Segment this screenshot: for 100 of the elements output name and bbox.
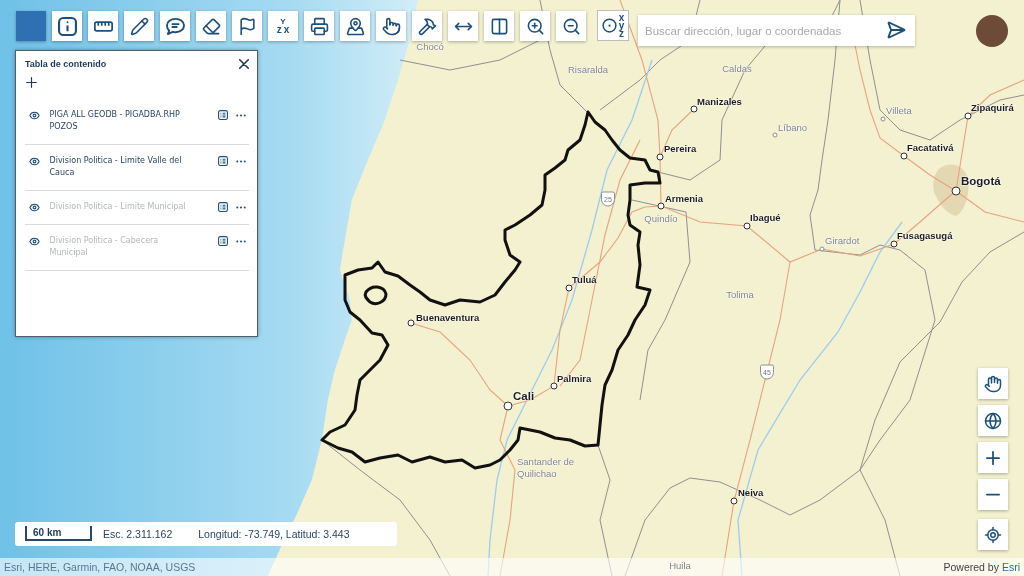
- plus-icon: [26, 77, 37, 88]
- coordinates-button[interactable]: x y z: [597, 10, 629, 41]
- legend-icon[interactable]: [218, 202, 228, 212]
- city-label: Pereira: [664, 142, 697, 154]
- hammer-button[interactable]: [412, 11, 442, 41]
- region-label: Caldas: [722, 63, 752, 75]
- layer-item[interactable]: PIGA ALL GEODB - PIGADBA.RHP POZOS: [25, 99, 249, 145]
- coordinates-text: Longitud: -73.749, Latitud: 3.443: [198, 528, 350, 540]
- city-marker-icon: [656, 153, 664, 161]
- legend-icon[interactable]: [218, 110, 228, 120]
- erase-button[interactable]: [196, 11, 226, 41]
- pencil-icon: [129, 16, 149, 36]
- zoom-in-button[interactable]: [520, 11, 550, 41]
- city-label: Cali: [513, 390, 535, 402]
- city-label: Tuluá: [572, 273, 597, 285]
- city-marker-icon: [407, 319, 415, 327]
- city-label: Palmira: [557, 372, 592, 384]
- target-dot-icon: [601, 18, 617, 33]
- zoom-out-button[interactable]: [556, 11, 586, 41]
- eye-icon[interactable]: [29, 109, 40, 121]
- basemap-button[interactable]: [978, 405, 1008, 436]
- town-marker-icon: [880, 116, 886, 122]
- globe-icon: [984, 411, 1002, 430]
- zoom-out-icon: [561, 16, 581, 36]
- town-marker-icon: [772, 132, 778, 138]
- comment-button[interactable]: [160, 11, 190, 41]
- layer-name: Division Politica - Cabecera Municipal: [49, 235, 160, 259]
- region-label: Risaralda: [567, 64, 609, 76]
- city-label: Neiva: [738, 486, 764, 498]
- flag-icon: [237, 16, 257, 36]
- city-label: Armenia: [665, 192, 703, 204]
- region-label: Chocó: [416, 41, 444, 53]
- city-label: Fusagasugá: [897, 229, 953, 241]
- crosshair-icon: [984, 525, 1002, 544]
- swipe-button[interactable]: [448, 11, 478, 41]
- city-marker-icon: [900, 152, 908, 160]
- city-label: Facatativá: [907, 141, 954, 153]
- city-marker-icon: [964, 112, 972, 120]
- send-button[interactable]: [886, 20, 906, 40]
- hand-pointer-icon: [381, 16, 401, 36]
- town-label: Villeta: [886, 104, 912, 116]
- plus-icon: [986, 450, 1000, 465]
- layer-name: PIGA ALL GEODB - PIGADBA.RHP POZOS: [49, 109, 181, 133]
- more-icon[interactable]: [236, 113, 246, 117]
- close-button[interactable]: [239, 59, 249, 69]
- city-label: Buenaventura: [416, 311, 480, 323]
- more-icon[interactable]: [236, 159, 246, 163]
- panel-title: Tabla de contenido: [25, 59, 107, 69]
- printer-icon: [309, 16, 329, 36]
- hammer-icon: [417, 16, 437, 36]
- pan-button[interactable]: [978, 368, 1008, 399]
- region-label: Quindío: [644, 213, 678, 225]
- region-label: Tolima: [726, 289, 754, 301]
- split-view-button[interactable]: [484, 11, 514, 41]
- pointer-button[interactable]: [376, 11, 406, 41]
- scale-bar: 60 km: [25, 525, 92, 541]
- city-marker-icon: [743, 222, 751, 230]
- city-marker-icon: [890, 240, 898, 248]
- close-icon: [239, 59, 249, 69]
- region-label: Huila: [669, 560, 691, 572]
- draw-button[interactable]: [124, 11, 154, 41]
- city-marker-icon: [730, 497, 738, 505]
- locate-button[interactable]: [978, 519, 1008, 550]
- search-field[interactable]: Buscar dirección, lugar o coordenadas: [638, 15, 915, 46]
- eye-icon[interactable]: [29, 155, 40, 167]
- layer-name: Division Politica - Limite Valle del Cauca: [49, 155, 183, 179]
- flag-button[interactable]: [232, 11, 262, 41]
- legend-icon[interactable]: [218, 236, 228, 246]
- scale-text: Esc. 2.311.162: [103, 528, 173, 540]
- more-icon[interactable]: [236, 239, 246, 243]
- city-marker-icon: [503, 401, 513, 411]
- info-icon: [57, 16, 77, 36]
- city-marker-icon: [565, 284, 573, 292]
- hand-icon: [984, 374, 1002, 393]
- print-button[interactable]: [304, 11, 334, 41]
- minus-icon: [986, 493, 1000, 496]
- city-marker-icon: [690, 105, 698, 113]
- region-label: Santander de Quilichao: [517, 456, 576, 480]
- legend-icon[interactable]: [218, 156, 228, 166]
- map-pin-button[interactable]: [340, 11, 370, 41]
- measure-button[interactable]: [88, 11, 118, 41]
- axis-order-button[interactable]: Y z x: [268, 11, 298, 41]
- esri-link[interactable]: Esri: [1001, 561, 1020, 573]
- attribution-text: Esri, HERE, Garmin, FAO, NOAA, USGS: [4, 561, 196, 573]
- info-button[interactable]: [52, 11, 82, 41]
- city-label: Bogotá: [961, 175, 1001, 187]
- speech-bubble-icon: [165, 16, 185, 36]
- layer-item[interactable]: Division Politica - Limite Valle del Cauca: [25, 145, 249, 191]
- add-layer-button[interactable]: [26, 77, 37, 88]
- city-label: Ibagué: [750, 211, 781, 223]
- zoom-in-button[interactable]: [978, 442, 1008, 473]
- eraser-icon: [201, 16, 221, 36]
- map-pin-icon: [345, 16, 365, 36]
- town-marker-icon: [819, 246, 825, 252]
- send-icon: [886, 20, 906, 40]
- more-icon[interactable]: [236, 205, 246, 209]
- city-marker-icon: [951, 186, 961, 196]
- zoom-in-icon: [525, 16, 545, 36]
- powered-by-text: Powered by: [943, 561, 999, 573]
- town-label: Girardot: [825, 234, 860, 246]
